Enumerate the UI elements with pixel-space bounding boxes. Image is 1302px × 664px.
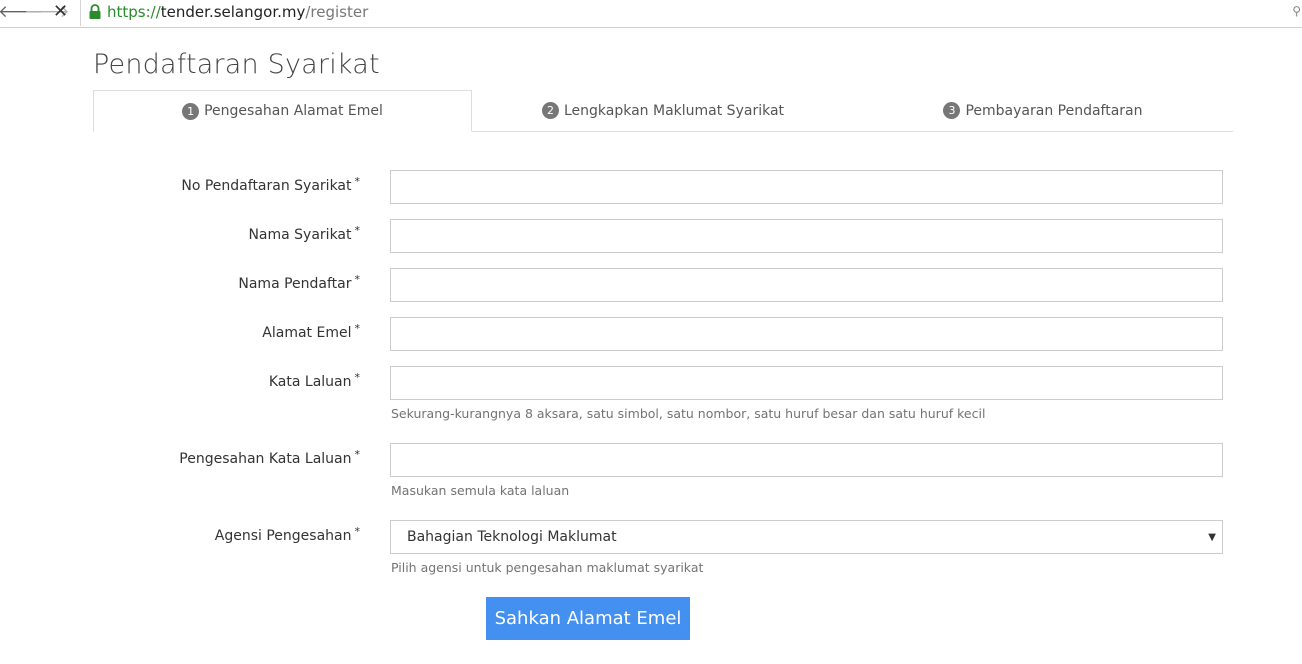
label-text: No Pendaftaran Syarikat	[181, 178, 352, 194]
tab-label: Pengesahan Alamat Emel	[204, 103, 383, 119]
address-bar[interactable]: https://tender.selangor.my/register ⚲	[80, 0, 1302, 26]
password-confirm-input[interactable]	[390, 443, 1223, 477]
browser-toolbar: 🡐 🡒 ✕ https://tender.selangor.my/registe…	[0, 0, 1302, 28]
registrant-name-input[interactable]	[390, 268, 1223, 302]
chevron-down-icon: ▼	[1208, 531, 1216, 543]
agency-help-text: Pilih agensi untuk pengesahan maklumat s…	[391, 560, 704, 575]
verify-email-button[interactable]: Sahkan Alamat Emel	[486, 597, 690, 640]
reg-no-label: No Pendaftaran Syarikat *	[181, 175, 361, 194]
close-icon[interactable]: ✕	[53, 1, 68, 23]
required-mark: *	[354, 322, 361, 335]
company-name-input[interactable]	[390, 219, 1223, 253]
password-label: Kata Laluan *	[268, 371, 361, 390]
step-number-badge: 2	[541, 102, 559, 119]
label-text: Pengesahan Kata Laluan	[179, 451, 352, 467]
registrant-name-label: Nama Pendaftar *	[238, 273, 361, 292]
url-scheme: https://	[107, 3, 161, 21]
tab-email-verification[interactable]: 1 Pengesahan Alamat Emel	[93, 90, 472, 132]
label-text: Agensi Pengesahan	[214, 528, 352, 544]
required-mark: *	[354, 175, 361, 188]
company-reg-no-input[interactable]	[390, 170, 1223, 204]
required-mark: *	[354, 448, 361, 461]
wizard-tabs: 1 Pengesahan Alamat Emel 2 Lengkapkan Ma…	[93, 90, 1233, 132]
lock-icon	[89, 4, 101, 19]
page-title: Pendaftaran Syarikat	[93, 49, 380, 80]
required-mark: *	[354, 273, 361, 286]
tab-label: Lengkapkan Maklumat Syarikat	[563, 102, 785, 119]
password-help-text: Sekurang-kurangnya 8 aksara, satu simbol…	[391, 406, 986, 421]
required-mark: *	[354, 371, 361, 384]
label-text: Alamat Emel	[262, 325, 352, 341]
agency-select[interactable]: Bahagian Teknologi Maklumat ▼	[390, 520, 1223, 554]
url-host: tender.selangor.my	[160, 3, 306, 21]
company-name-label: Nama Syarikat *	[248, 224, 361, 243]
url-text: https://tender.selangor.my/register	[107, 3, 368, 21]
step-number-badge: 3	[943, 102, 961, 119]
required-mark: *	[354, 224, 361, 237]
extension-icon[interactable]: ⚲	[1292, 4, 1301, 18]
password-confirm-label: Pengesahan Kata Laluan *	[179, 448, 361, 467]
step-number-badge: 1	[182, 102, 200, 120]
label-text: Kata Laluan	[268, 374, 352, 390]
agency-selected-value: Bahagian Teknologi Maklumat	[407, 529, 617, 545]
tab-label: Pembayaran Pendaftaran	[965, 102, 1143, 119]
tab-registration-payment[interactable]: 3 Pembayaran Pendaftaran	[853, 90, 1233, 131]
tab-company-details[interactable]: 2 Lengkapkan Maklumat Syarikat	[473, 90, 853, 131]
label-text: Nama Syarikat	[248, 227, 352, 243]
required-mark: *	[354, 525, 361, 538]
email-input[interactable]	[390, 317, 1223, 351]
password-confirm-help-text: Masukan semula kata laluan	[391, 483, 570, 498]
url-path: /register	[305, 3, 369, 21]
label-text: Nama Pendaftar	[238, 276, 352, 292]
email-label: Alamat Emel *	[262, 322, 361, 341]
agency-label: Agensi Pengesahan *	[214, 525, 361, 544]
password-input[interactable]	[390, 366, 1223, 400]
